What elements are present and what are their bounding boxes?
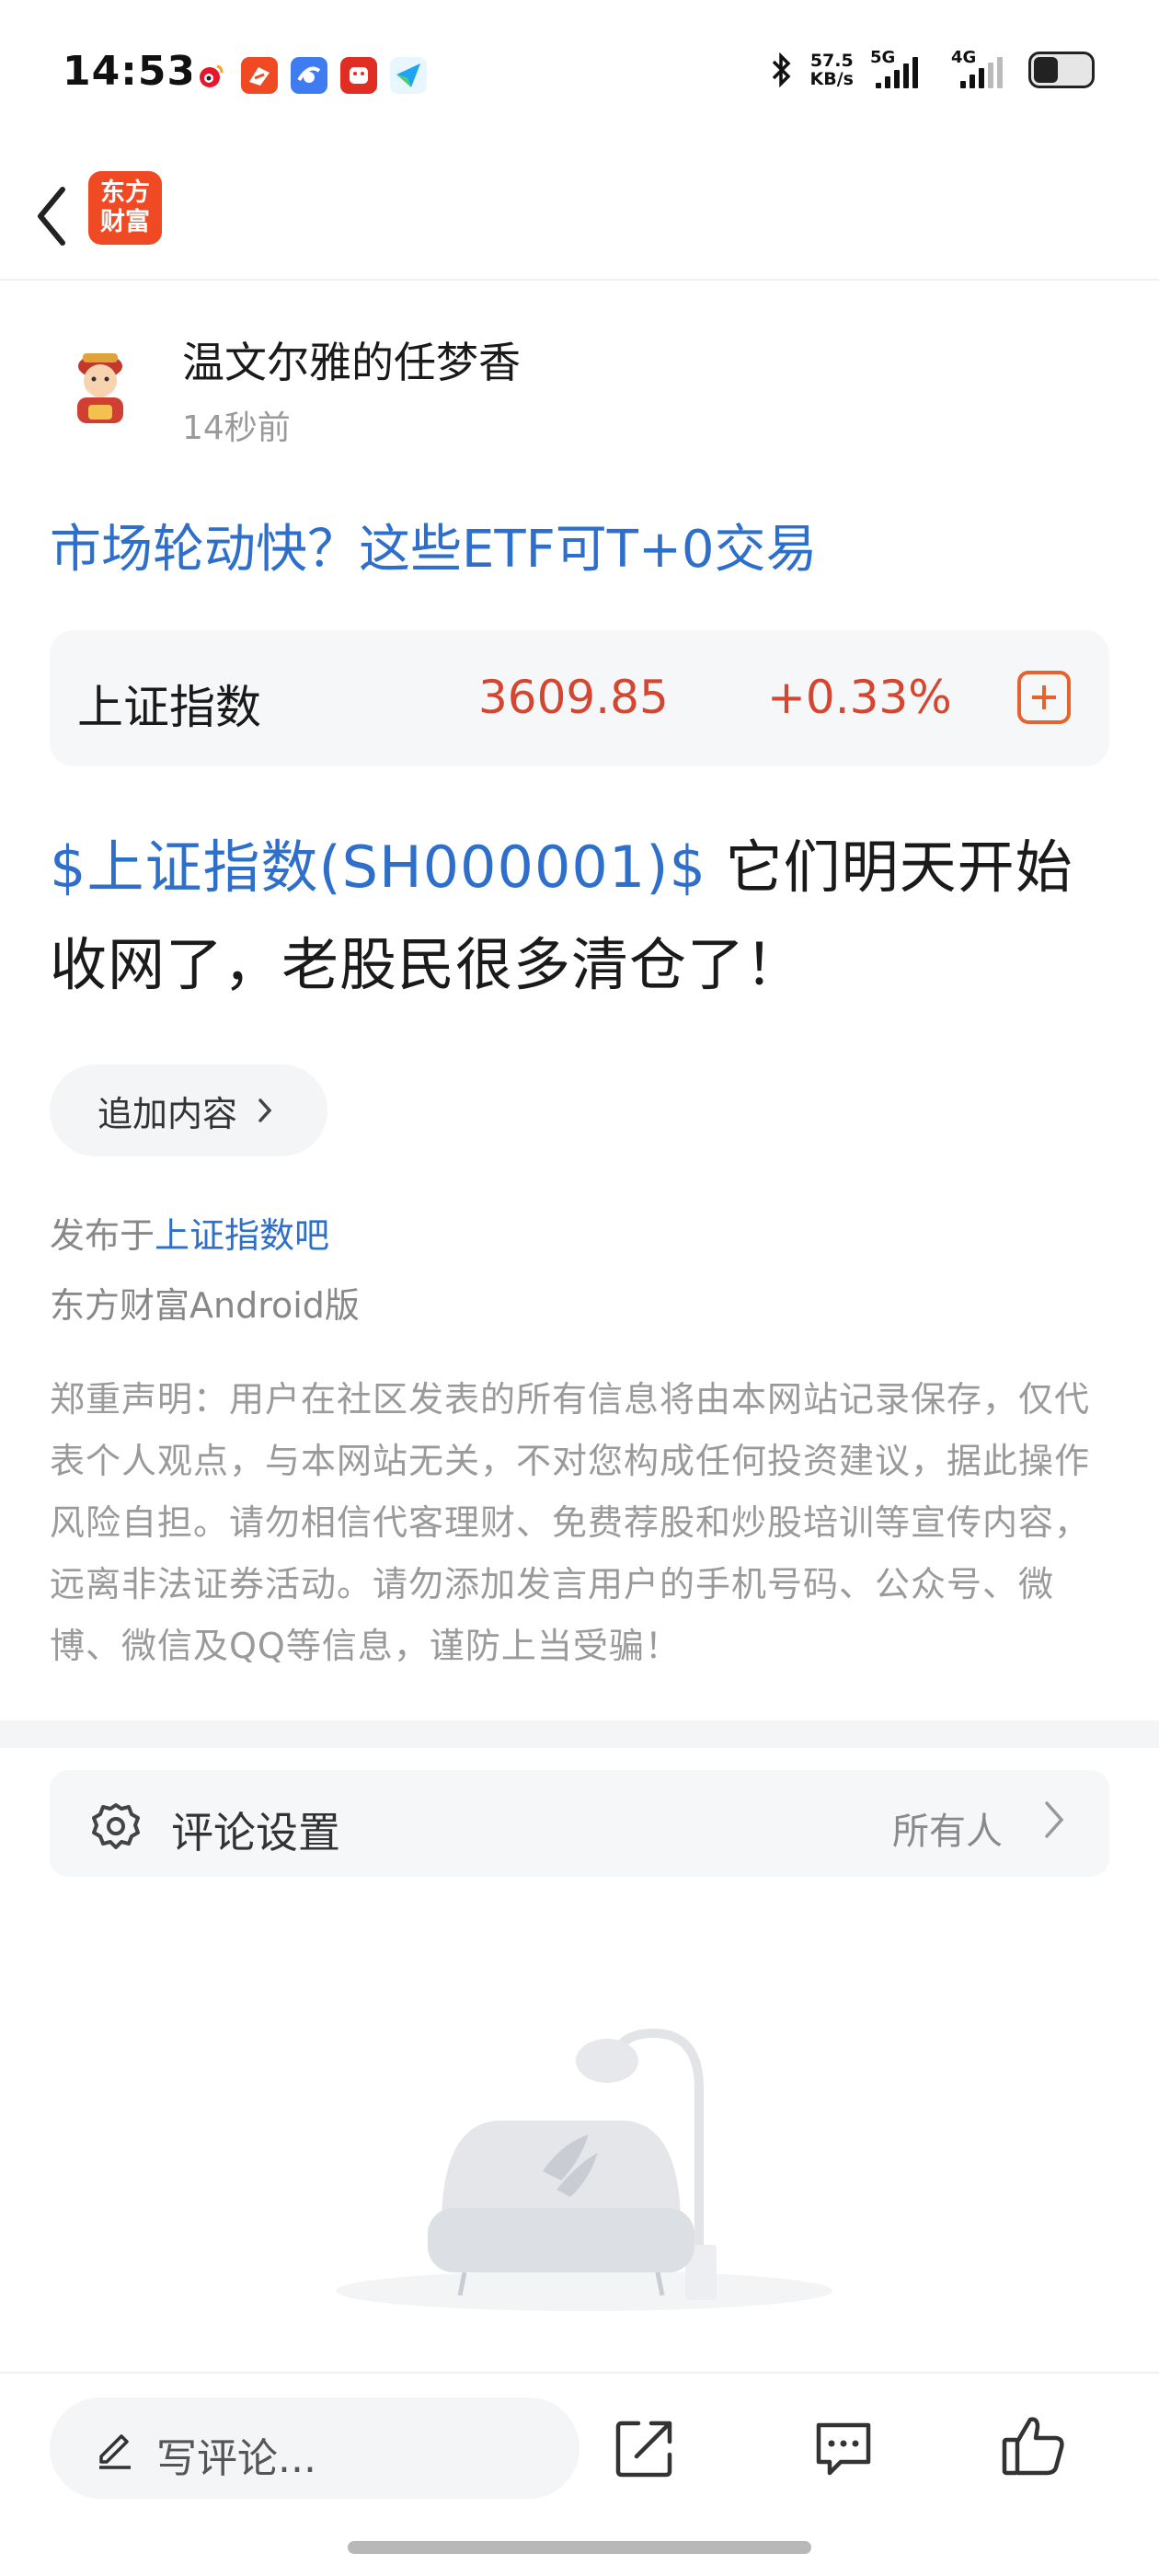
index-change: +0.33%	[767, 671, 952, 724]
net-speed-unit: KB/s	[809, 69, 854, 89]
top-header: 东方 财富	[0, 156, 1159, 281]
net-speed: 57.5 KB/s	[810, 52, 854, 88]
back-button[interactable]	[24, 175, 79, 258]
index-name: 上证指数	[77, 681, 261, 734]
comment-settings-label: 评论设置	[171, 1808, 340, 1857]
home-indicator[interactable]	[348, 2541, 811, 2554]
notification-icons	[191, 57, 427, 94]
post-time: 14秒前	[182, 409, 291, 447]
author-avatar[interactable]	[50, 331, 151, 432]
stock-link[interactable]: $上证指数(SH000001)$	[50, 834, 706, 901]
weibo-app-icon	[191, 57, 228, 94]
comment-settings-value: 所有人	[892, 1811, 1003, 1853]
gear-icon	[92, 1803, 140, 1849]
comment-bubble-icon[interactable]	[809, 2414, 878, 2482]
author-name[interactable]: 温文尔雅的任梦香	[182, 329, 521, 390]
chevron-left-icon	[38, 187, 65, 246]
bluetooth-icon	[772, 52, 791, 88]
pinduoduo-app-icon	[340, 57, 377, 94]
post-title[interactable]: 市场轮动快？这些ETF可T+0交易	[50, 508, 818, 582]
publish-info: 发布于上证指数吧	[50, 1207, 329, 1258]
add-watchlist-icon[interactable]	[1017, 671, 1071, 724]
battery-icon	[1028, 52, 1095, 88]
bottom-action-bar: 写评论...	[0, 2372, 1159, 2576]
append-content-label: 追加内容	[98, 1093, 238, 1134]
status-bar: 14:53 57.5 KB/s 5G 4G	[0, 0, 1159, 156]
index-quote-card[interactable]: 上证指数 3609.85 +0.33%	[50, 630, 1109, 766]
empty-comments-illustration	[336, 2028, 832, 2311]
disclaimer: 郑重声明：用户在社区发表的所有信息将由本网站记录保存，仅代表个人观点，与本网站无…	[50, 1379, 1091, 1666]
net-speed-value: 57.5	[809, 51, 854, 71]
logo-line-2: 财富	[100, 208, 150, 236]
publish-prefix: 发布于	[50, 1215, 155, 1256]
pencil-icon	[99, 2434, 131, 2469]
navigation-app-icon	[390, 57, 427, 94]
signal-5g-icon: 5G	[870, 48, 935, 88]
comment-input[interactable]: 写评论...	[50, 2398, 580, 2499]
eastmoney-logo[interactable]: 东方 财富	[88, 171, 162, 245]
section-divider	[0, 1720, 1159, 1748]
signal-5g-label: 5G	[870, 48, 896, 67]
status-right: 57.5 KB/s 5G 4G	[770, 48, 1095, 88]
comment-placeholder: 写评论...	[156, 2435, 316, 2482]
logo-line-1: 东方	[100, 178, 150, 207]
client-info: 东方财富Android版	[50, 1285, 360, 1326]
chevron-right-icon	[1045, 1801, 1064, 1838]
signal-4g-icon: 4G	[951, 48, 1012, 88]
browser-app-icon	[291, 57, 327, 94]
share-icon[interactable]	[611, 2414, 679, 2482]
bar-link[interactable]: 上证指数吧	[155, 1215, 329, 1256]
index-price: 3609.85	[478, 671, 669, 724]
comment-settings-row[interactable]: 评论设置 所有人	[50, 1770, 1109, 1877]
status-time: 14:53	[63, 48, 197, 95]
chevron-right-icon	[258, 1098, 272, 1122]
thumbs-up-icon[interactable]	[999, 2410, 1069, 2480]
toutiao-app-icon	[241, 57, 278, 94]
post-body: $上证指数(SH000001)$ 它们明天开始收网了，老股民很多清仓了！	[50, 819, 1117, 1014]
append-content-button[interactable]: 追加内容	[50, 1064, 327, 1156]
signal-4g-label: 4G	[951, 48, 977, 67]
